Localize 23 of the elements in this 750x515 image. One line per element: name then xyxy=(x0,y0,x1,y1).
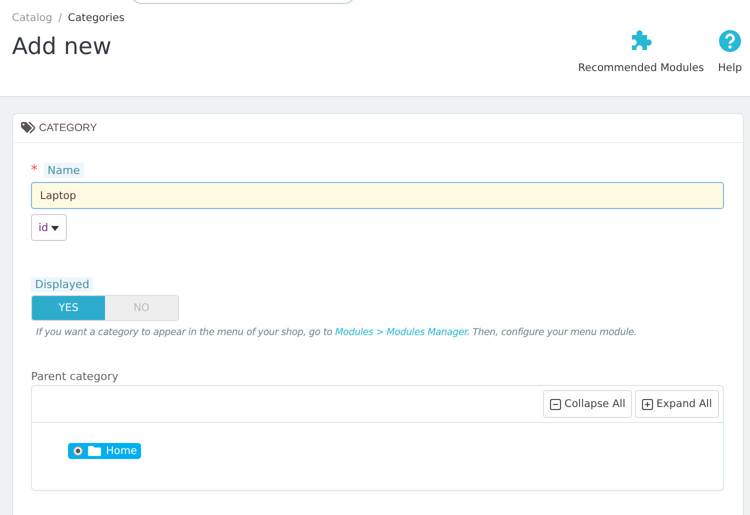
help-icon xyxy=(718,29,742,53)
puzzle-icon xyxy=(629,29,654,53)
field-label: Displayed xyxy=(31,277,94,292)
radio-icon xyxy=(73,446,83,456)
language-dropdown[interactable]: id xyxy=(31,214,67,241)
minus-square-icon xyxy=(550,398,562,410)
plus-square-icon xyxy=(642,398,654,410)
field-label: Parent category xyxy=(31,370,120,383)
help-text: If you want a category to appear in the menu of your shop, go to Modules > Modules Manager. Then, configure your menu module. xyxy=(36,327,638,338)
field-label: Name xyxy=(44,163,84,178)
page-title: Add new xyxy=(12,34,112,60)
toolbar-link[interactable]: Help xyxy=(718,29,742,74)
tags-icon xyxy=(21,122,35,134)
required-mark: * xyxy=(31,163,38,178)
caret-icon xyxy=(51,226,60,230)
name-input[interactable]: Laptop xyxy=(31,182,724,209)
panel-title: CATEGORY xyxy=(39,122,97,134)
breadcrumb-separator: / xyxy=(58,12,62,24)
folder-icon xyxy=(88,446,101,456)
tree-button[interactable]: Expand All xyxy=(635,390,719,418)
breadcrumb-item: Categories xyxy=(68,12,124,24)
tree-button[interactable]: Collapse All xyxy=(543,390,632,418)
toolbar-link[interactable]: Recommended Modules xyxy=(578,29,704,74)
